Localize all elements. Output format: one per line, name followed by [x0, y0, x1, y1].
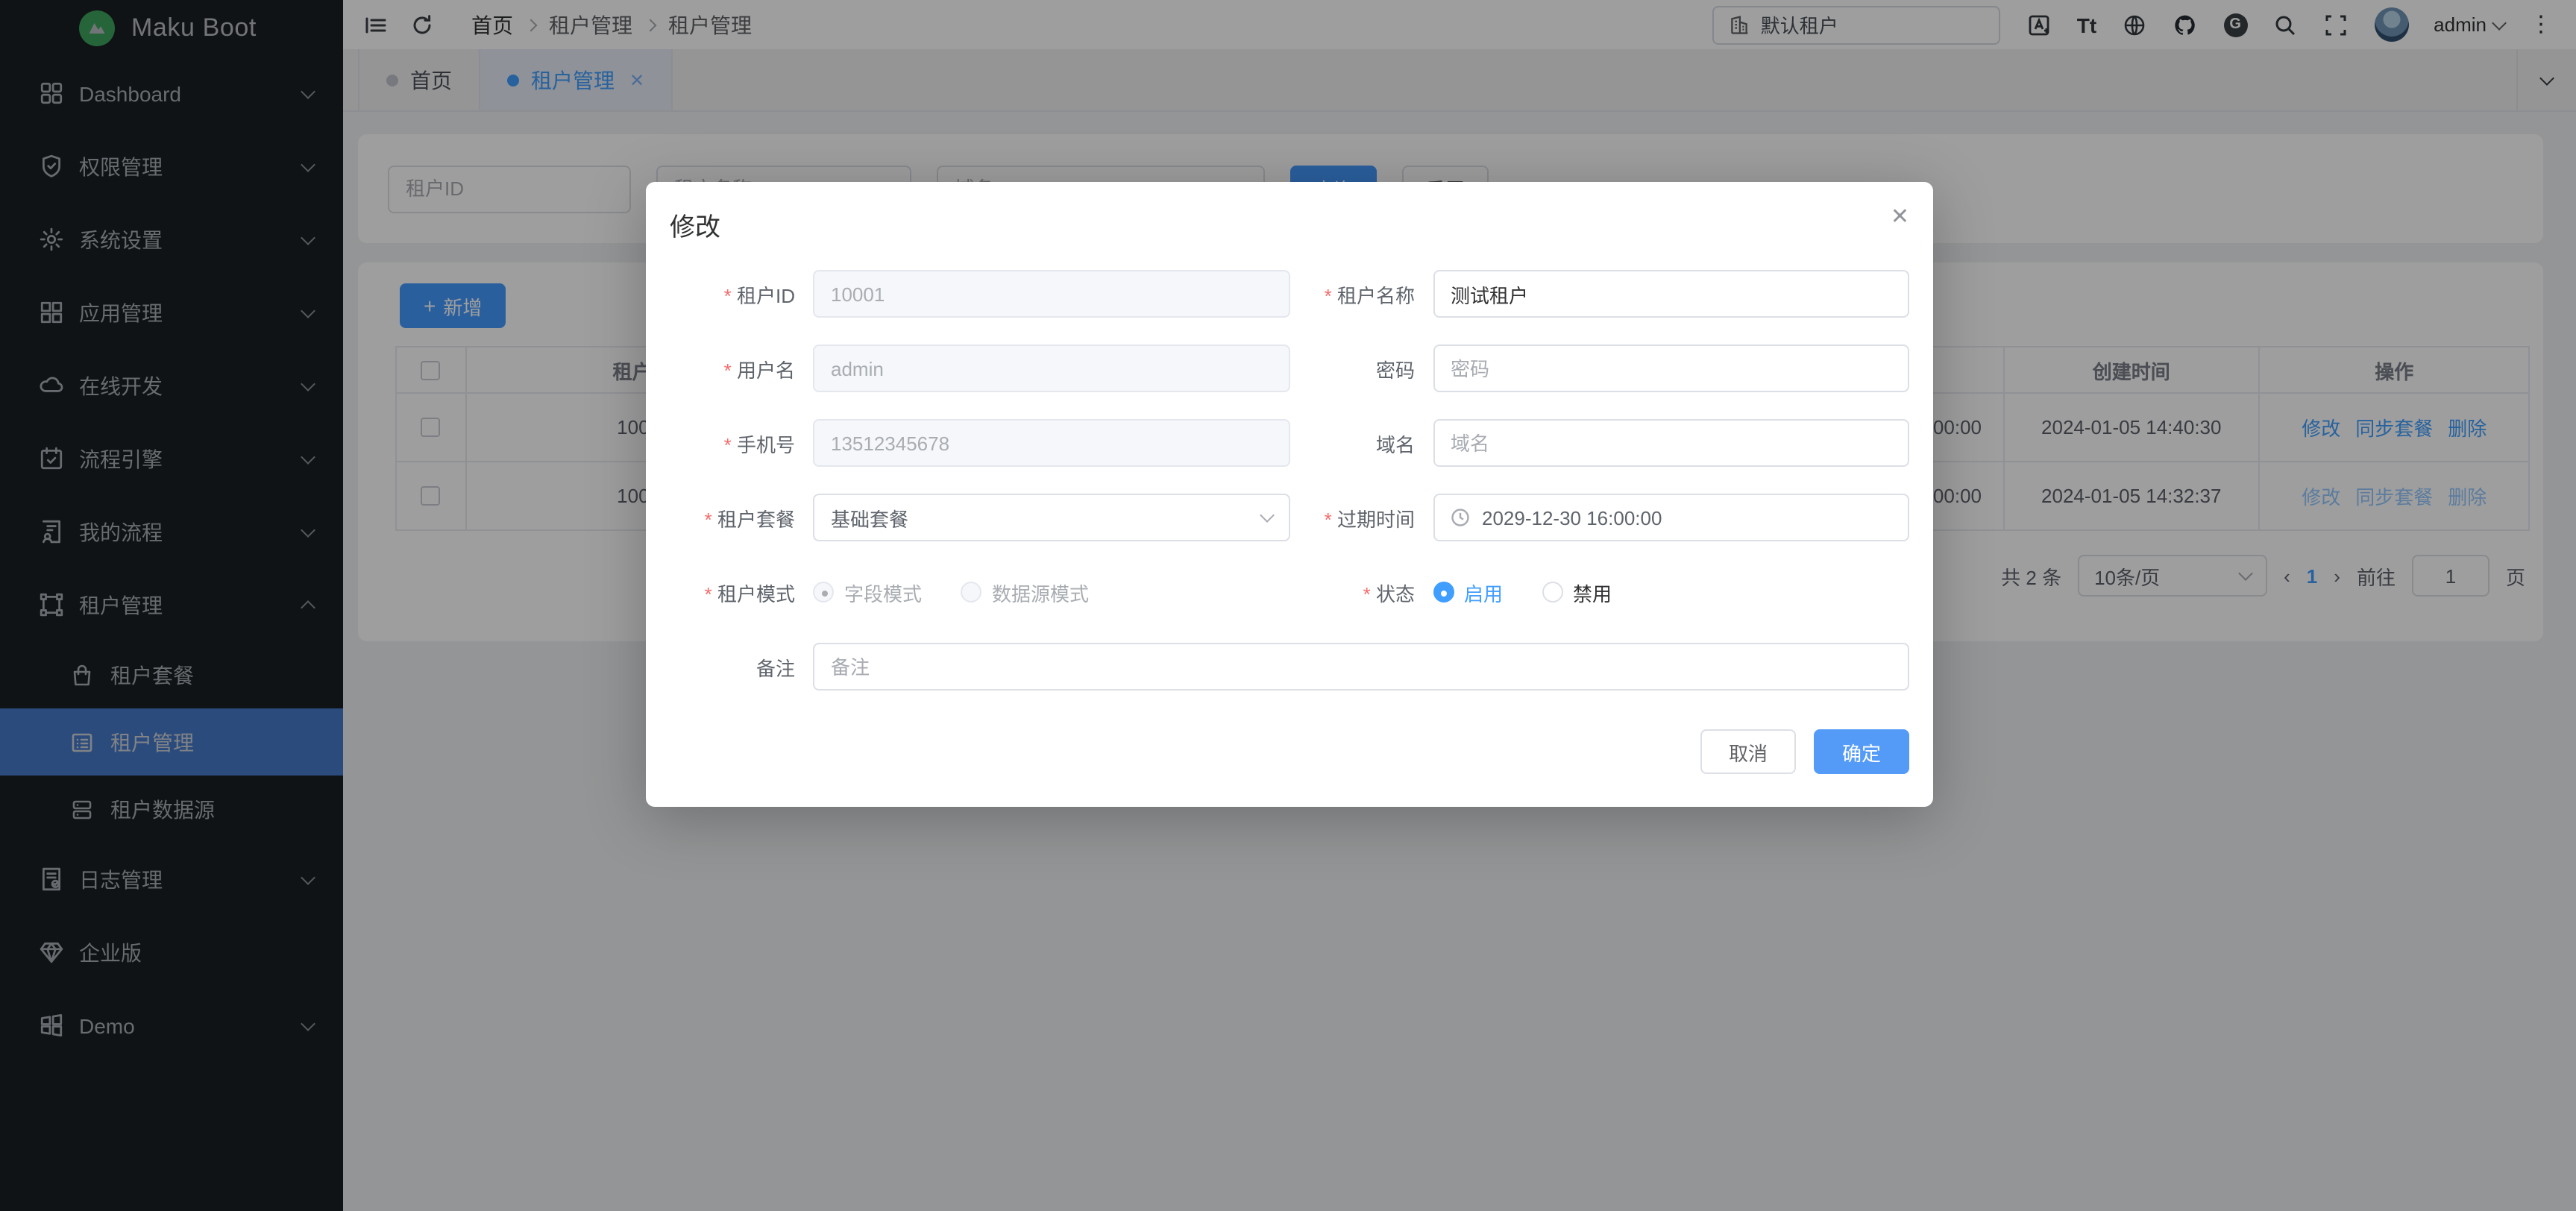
chevron-down-icon	[1259, 508, 1274, 523]
edit-tenant-dialog: 修改 ✕ 租户ID 租户名称 用户名 密码	[646, 182, 1933, 807]
field-label-username: 用户名	[670, 354, 813, 383]
domain-input[interactable]	[1433, 419, 1909, 467]
mode-radio-field: 字段模式	[813, 578, 922, 606]
field-label-remark: 备注	[670, 652, 813, 681]
field-label-mode: 租户模式	[670, 578, 813, 606]
field-label-password: 密码	[1289, 354, 1433, 383]
clock-icon	[1449, 507, 1470, 528]
field-label-domain: 域名	[1289, 429, 1433, 457]
field-label-tenant-name: 租户名称	[1289, 280, 1433, 308]
confirm-button[interactable]: 确定	[1814, 729, 1909, 774]
app-root: Maku Boot Dashboard 权限管理 系统设置 应用管理	[0, 0, 2576, 1211]
dialog-close-icon[interactable]: ✕	[1891, 206, 1909, 228]
field-label-status: 状态	[1289, 578, 1433, 606]
remark-input[interactable]	[813, 643, 1909, 691]
status-radio-enabled[interactable]: 启用	[1433, 578, 1503, 606]
tenant-name-input[interactable]	[1433, 270, 1909, 318]
radio-icon	[813, 582, 834, 603]
mobile-input	[813, 419, 1289, 467]
package-select-value: 基础套餐	[831, 503, 908, 532]
field-label-mobile: 手机号	[670, 429, 813, 457]
dialog-title: 修改	[670, 206, 720, 243]
radio-icon	[1542, 582, 1562, 603]
field-label-expire: 过期时间	[1289, 503, 1433, 532]
field-label-package: 租户套餐	[670, 503, 813, 532]
package-select[interactable]: 基础套餐	[813, 494, 1289, 541]
expire-datetime-picker[interactable]: 2029-12-30 16:00:00	[1433, 494, 1909, 541]
dialog-form: 租户ID 租户名称 用户名 密码	[646, 255, 1933, 691]
username-input	[813, 345, 1289, 392]
expire-datetime-value: 2029-12-30 16:00:00	[1482, 506, 1662, 529]
radio-icon	[961, 582, 981, 603]
mode-radio-datasource: 数据源模式	[961, 578, 1089, 606]
tenant-id-input	[813, 270, 1289, 318]
status-radio-disabled[interactable]: 禁用	[1542, 578, 1612, 606]
field-label-tenant-id: 租户ID	[670, 280, 813, 308]
radio-icon	[1433, 582, 1454, 603]
password-input[interactable]	[1433, 345, 1909, 392]
cancel-button[interactable]: 取消	[1700, 729, 1796, 774]
